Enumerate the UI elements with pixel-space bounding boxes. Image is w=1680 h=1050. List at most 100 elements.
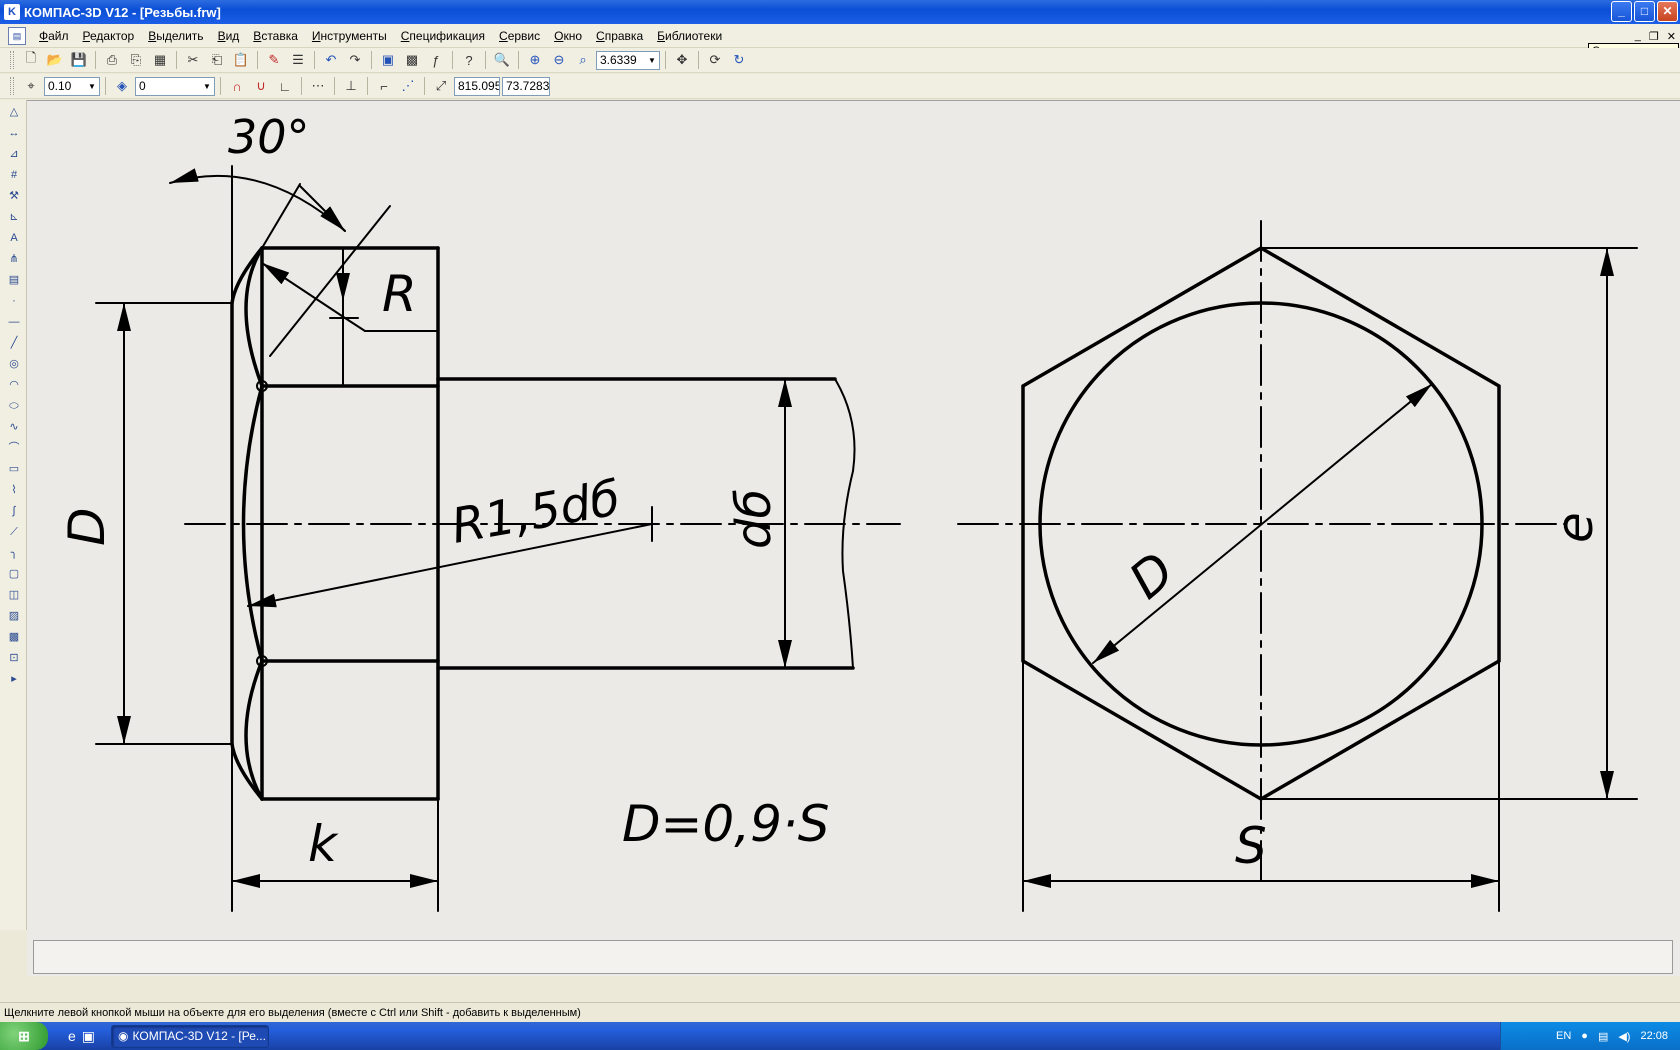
menu-select[interactable]: Выделить [141,25,210,47]
coord-y-field[interactable]: 73.7283 [502,76,550,96]
mdi-restore-button[interactable]: ❐ [1649,30,1659,43]
local-cs-icon[interactable]: ⊥ [340,75,362,97]
maximize-button[interactable]: □ [1634,1,1655,22]
menu-tools[interactable]: Инструменты [305,25,394,47]
contour-icon[interactable]: ▢ [4,565,24,583]
arc-icon[interactable]: ◠ [4,376,24,394]
selection-panel-icon[interactable]: A [4,229,24,247]
menu-specification[interactable]: Спецификация [394,25,492,47]
spec-panel-icon[interactable]: ▤ [4,271,24,289]
menu-insert[interactable]: Вставка [246,25,305,47]
round-coords-icon[interactable]: ⋰ [397,75,419,97]
fill-icon[interactable]: ▩ [4,628,24,646]
variables-icon[interactable]: ▩ [401,49,423,71]
new-file-icon[interactable]: 🗋 [20,49,42,71]
properties-icon[interactable]: ✎ [263,49,285,71]
save-icon[interactable]: 💾 [68,49,90,71]
layer-combo[interactable]: 0 ▼ [135,76,215,96]
taskbar-kompas-item[interactable]: ◉ КОМПАС-3D V12 - [Ре... [111,1024,270,1048]
circle-icon[interactable]: ◎ [4,355,24,373]
ellipse-icon[interactable]: ⬭ [4,397,24,415]
measure-panel-icon[interactable]: ⊾ [4,208,24,226]
toolbar-grip[interactable] [10,77,14,95]
point-icon[interactable]: · [4,292,24,310]
toolbar-grip[interactable] [10,51,14,69]
manager-icon[interactable]: ☰ [287,49,309,71]
fx-icon[interactable]: ƒ [425,49,447,71]
auxiliary-line-icon[interactable]: — [4,313,24,331]
network-icon[interactable]: ▤ [1598,1030,1608,1043]
language-indicator[interactable]: EN [1556,1030,1571,1042]
redo-icon[interactable]: ↷ [344,49,366,71]
step-combo[interactable]: 0.10 ▼ [44,76,100,96]
undo-icon[interactable]: ↶ [320,49,342,71]
zoom-out-icon[interactable]: ⊖ [548,49,570,71]
pan-icon[interactable]: ✥ [671,49,693,71]
print-preview-icon[interactable]: ⎘ [125,49,147,71]
start-button[interactable]: ⊞ [0,1022,48,1050]
coord-x-field[interactable]: 815.095 [454,76,500,96]
mdi-close-button[interactable]: ✕ [1667,30,1676,43]
properties-panel-field[interactable] [33,940,1673,974]
menu-service[interactable]: Сервис [492,25,547,47]
hatch-icon[interactable]: ▨ [4,607,24,625]
rectangle-icon[interactable]: ▭ [4,460,24,478]
zoom-in-icon[interactable]: ⊕ [524,49,546,71]
clock[interactable]: 22:08 [1640,1030,1668,1042]
cursor-step-icon[interactable]: ⌖ [20,75,42,97]
redraw-icon[interactable]: ↻ [728,49,750,71]
document-icon[interactable]: ▤ [8,26,26,45]
cut-icon[interactable]: ✂ [182,49,204,71]
zoom-scale-icon[interactable]: ⌕ [572,49,594,71]
collect-contour-icon[interactable]: ⊡ [4,649,24,667]
chevron-down-icon[interactable]: ▼ [645,52,659,69]
editing-panel-icon[interactable]: # [4,166,24,184]
volume-icon[interactable]: ◀) [1618,1030,1630,1043]
chevron-down-icon[interactable]: ▼ [200,78,214,95]
dimensions-panel-icon[interactable]: ↔ [4,124,24,142]
local-snap-icon[interactable]: ∪ [250,75,272,97]
parametrization-panel-icon[interactable]: ⚒ [4,187,24,205]
open-folder-icon[interactable]: 📂 [44,49,66,71]
menu-window[interactable]: Окно [547,25,589,47]
menu-editor[interactable]: Редактор [76,25,142,47]
designations-panel-icon[interactable]: ⊿ [4,145,24,163]
menu-libraries[interactable]: Библиотеки [650,25,729,47]
menu-file[interactable]: Файл [32,25,76,47]
refresh-icon[interactable]: ⟳ [704,49,726,71]
geometry-panel-icon[interactable]: △ [4,103,24,121]
ie-icon[interactable]: e [68,1028,76,1045]
minimize-button[interactable]: _ [1611,1,1632,22]
expand-panel-icon[interactable]: ▸ [4,670,24,688]
chamfer-icon[interactable]: ⟋ [4,523,24,541]
ortho-mode-icon[interactable]: ⌐ [373,75,395,97]
zoom-combo[interactable]: 3.6339 ▼ [596,50,660,70]
segment-icon[interactable]: ╱ [4,334,24,352]
menu-view[interactable]: Вид [211,25,247,47]
paste-icon[interactable]: 📋 [230,49,252,71]
grid-icon[interactable]: ⋯ [307,75,329,97]
copy-icon[interactable]: ⎗ [206,49,228,71]
print-setup-icon[interactable]: ▦ [149,49,171,71]
associative-view-icon[interactable]: ⋔ [4,250,24,268]
layer-icon[interactable]: ◈ [111,75,133,97]
chevron-down-icon[interactable]: ▼ [85,78,99,95]
bezier-icon[interactable]: ∫ [4,502,24,520]
mdi-minimize-button[interactable]: _ [1635,30,1641,43]
equidistant-icon[interactable]: ◫ [4,586,24,604]
spline-icon[interactable]: ∿ [4,418,24,436]
ortho-icon[interactable]: ∟ [274,75,296,97]
snap-magnet-icon[interactable]: ∩ [226,75,248,97]
library-manager-icon[interactable]: ▣ [377,49,399,71]
help-cursor-icon[interactable]: ? [458,49,480,71]
app-quicklaunch-icon[interactable]: ▣ [82,1028,95,1045]
drawing-canvas[interactable]: 30° R D R1,5dб dб k D=0,9·S D e S [27,100,1680,932]
menu-help[interactable]: Справка [589,25,650,47]
fillet-icon[interactable]: ⌒ [4,439,24,457]
print-icon[interactable]: ⎙ [101,49,123,71]
close-button[interactable]: ✕ [1657,1,1678,22]
polyline-icon[interactable]: ⌇ [4,481,24,499]
zoom-window-icon[interactable]: 🔍 [491,49,513,71]
tray-app-icon[interactable]: ● [1581,1030,1588,1042]
rounding-icon[interactable]: ╮ [4,544,24,562]
